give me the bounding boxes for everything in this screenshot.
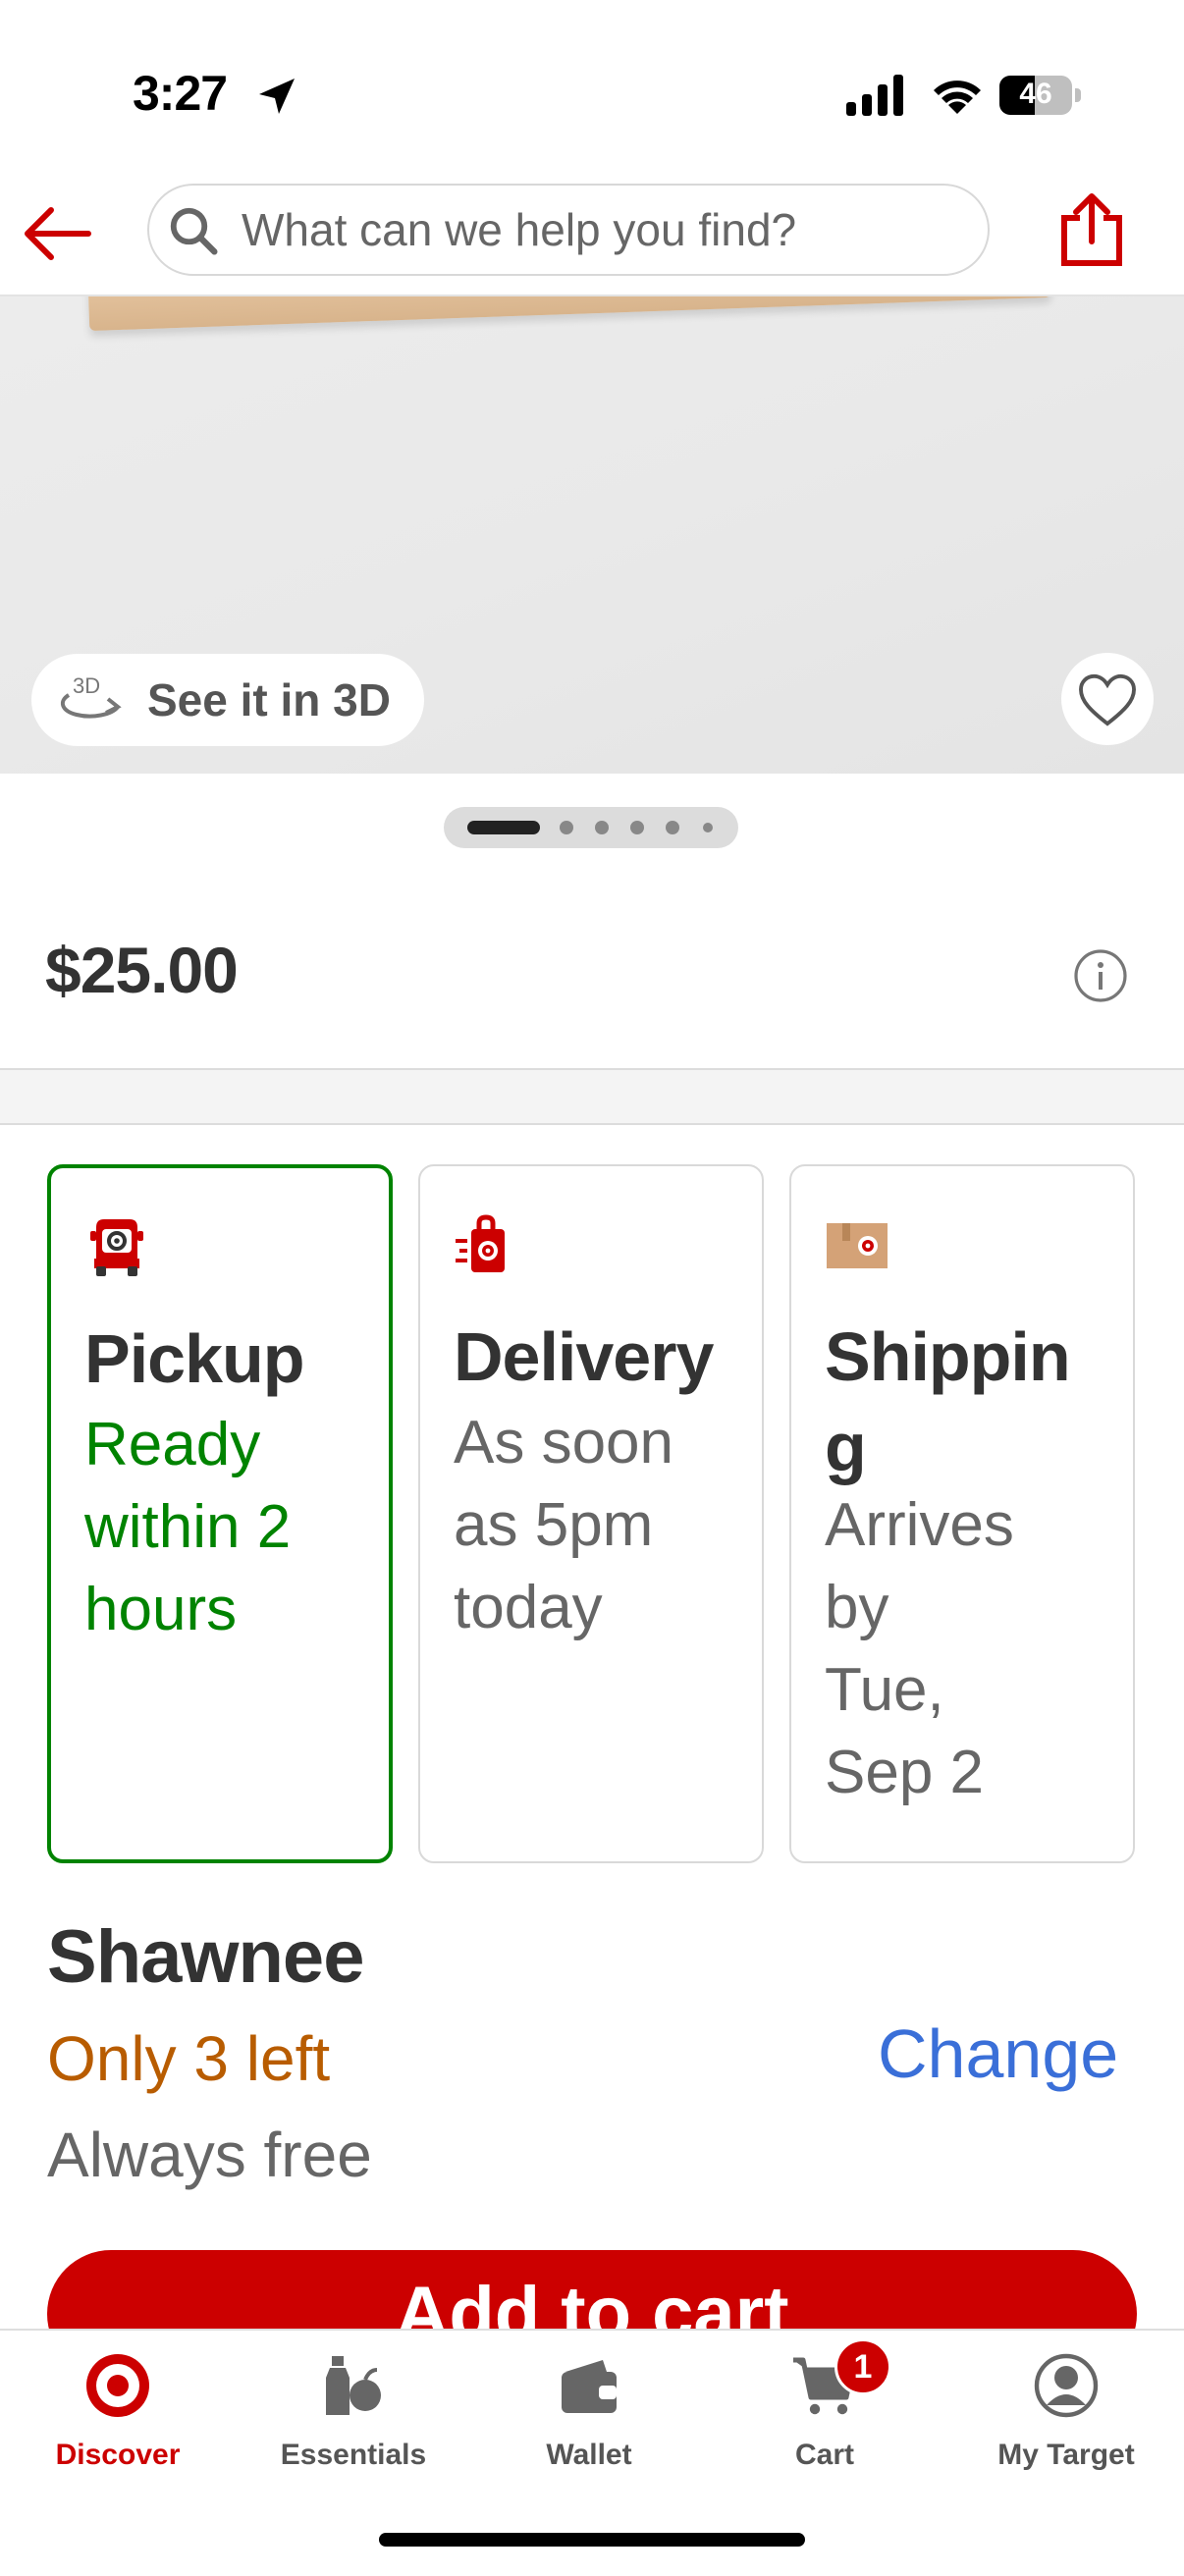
page-dot [630,821,644,834]
heart-icon [1079,673,1136,726]
delivery-bag-icon [456,1214,505,1272]
battery-indicator: 46 [999,76,1082,117]
product-price: $25.00 [45,934,239,1006]
stock-status: Only 3 left [47,2023,331,2094]
location-arrow-icon [259,79,295,114]
tab-essentials[interactable]: Essentials [236,2344,471,2482]
fulfillment-option-pickup[interactable]: Pickup Ready within 2 hours [47,1164,393,1863]
fulfillment-subtitle: Arrives by Tue, Sep 2 [825,1491,1014,1806]
battery-level: 46 [1019,78,1052,110]
pickup-price-note: Always free [47,2120,372,2190]
target-bullseye-icon [86,2354,149,2417]
product-image [87,295,1051,332]
see-in-3d-label: See it in 3D [147,674,391,725]
page-dot [703,823,713,832]
share-icon[interactable] [1058,192,1125,267]
page-dot [467,821,540,834]
section-divider [0,1068,1184,1125]
search-icon [170,207,218,255]
tab-my-target[interactable]: My Target [948,2344,1184,2482]
change-store-link[interactable]: Change [878,2014,1118,2093]
tab-label: Cart [794,2439,854,2471]
fulfillment-option-delivery[interactable]: Delivery As soon as 5pm today [418,1164,764,1863]
info-icon[interactable] [1073,948,1128,1003]
store-name: Shawnee [47,1915,364,1999]
wifi-icon [934,80,981,114]
carousel-page-indicator[interactable] [444,807,738,848]
cart-count-badge: 1 [834,2338,891,2395]
fulfillment-subtitle: As soon as 5pm today [454,1409,674,1641]
tab-cart[interactable]: 1 Cart [707,2338,942,2482]
fulfillment-option-shipping[interactable]: Shippin g Arrives by Tue, Sep 2 [789,1164,1135,1863]
tab-label: Discover [55,2439,181,2471]
tab-label: Essentials [280,2439,427,2471]
fulfillment-title: Delivery [454,1318,714,1395]
profile-icon [1034,2353,1099,2418]
page-dot [666,821,679,834]
shipping-box-icon [827,1223,888,1268]
svg-text:3D: 3D [73,673,100,698]
search-input[interactable] [242,192,968,267]
tab-discover[interactable]: Discover [0,2344,236,2482]
essentials-icon [326,2356,381,2415]
wallet-icon [562,2360,617,2413]
fulfillment-subtitle: Ready within 2 hours [84,1411,292,1643]
home-indicator [379,2533,805,2547]
page-dot [560,821,573,834]
tab-wallet[interactable]: Wallet [471,2344,707,2482]
pickup-car-icon [90,1219,143,1276]
page-dot [595,821,609,834]
back-arrow-icon[interactable] [22,204,92,263]
fulfillment-title: Pickup [84,1320,305,1397]
tab-label: Wallet [546,2439,632,2471]
tab-label: My Target [997,2439,1135,2471]
3d-view-icon: 3D [60,673,122,719]
status-time: 3:27 [133,66,228,121]
fulfillment-title: Shippin g [825,1318,1071,1485]
cellular-signal-icon [846,75,903,116]
